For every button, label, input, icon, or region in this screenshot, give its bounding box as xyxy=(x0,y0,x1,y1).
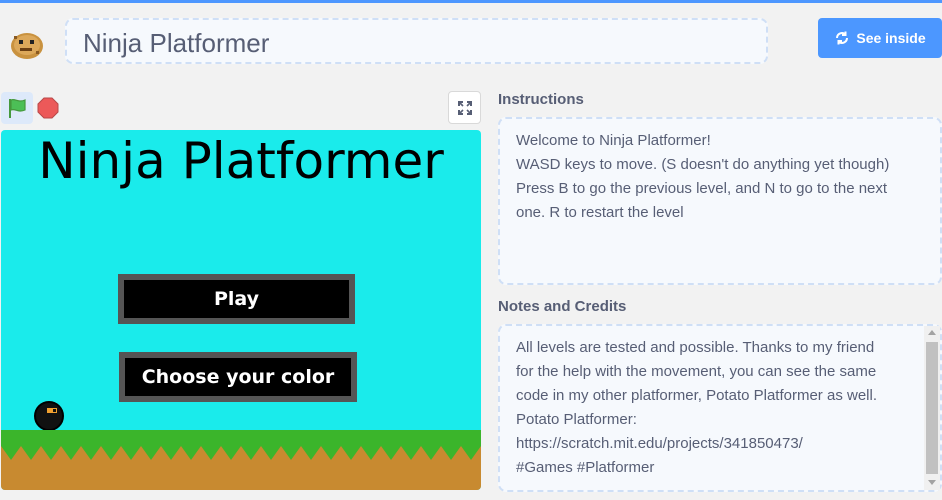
top-accent-bar xyxy=(0,0,942,3)
notes-line: https://scratch.mit.edu/projects/3418504… xyxy=(516,435,803,452)
potato-avatar-icon[interactable] xyxy=(8,26,46,64)
instructions-line: one. R to restart the level xyxy=(516,204,684,221)
scroll-thumb[interactable] xyxy=(926,342,938,474)
scroll-down-arrow-icon[interactable] xyxy=(928,480,936,485)
stop-sign-icon[interactable] xyxy=(37,97,59,119)
notes-scrollbar[interactable] xyxy=(924,326,940,490)
notes-line: Potato Platformer: xyxy=(516,411,637,428)
instructions-line: Welcome to Ninja Platformer! xyxy=(516,132,711,149)
ground-terrain xyxy=(1,430,481,490)
notes-line: for the help with the movement, you can … xyxy=(516,363,877,380)
notes-line: code in my other platformer, Potato Plat… xyxy=(516,387,877,404)
see-inside-button[interactable]: See inside xyxy=(818,18,942,58)
scroll-up-arrow-icon[interactable] xyxy=(928,330,936,335)
instructions-line: WASD keys to move. (S doesn't do anythin… xyxy=(516,156,890,173)
see-inside-label: See inside xyxy=(856,30,926,46)
choose-color-button[interactable]: Choose your color xyxy=(119,352,357,402)
ninja-character xyxy=(34,401,64,431)
fullscreen-button[interactable] xyxy=(448,91,481,124)
instructions-textarea[interactable]: Welcome to Ninja Platformer! WASD keys t… xyxy=(498,117,942,285)
green-flag-icon xyxy=(9,98,26,118)
play-button[interactable]: Play xyxy=(118,274,355,324)
project-stage[interactable]: Ninja Platformer Play Choose your color xyxy=(1,130,481,490)
rotate-arrows-icon xyxy=(836,31,849,45)
notes-heading: Notes and Credits xyxy=(498,298,627,315)
project-title-input[interactable]: Ninja Platformer xyxy=(65,18,768,64)
green-flag-button[interactable] xyxy=(1,92,33,124)
notes-textarea[interactable]: All levels are tested and possible. Than… xyxy=(498,324,942,492)
notes-line: #Games #Platformer xyxy=(516,459,655,476)
notes-line: All levels are tested and possible. Than… xyxy=(516,339,875,356)
instructions-heading: Instructions xyxy=(498,91,584,108)
instructions-line: Press B to go the previous level, and N … xyxy=(516,180,888,197)
game-title: Ninja Platformer xyxy=(38,132,444,190)
fullscreen-icon xyxy=(457,100,472,115)
